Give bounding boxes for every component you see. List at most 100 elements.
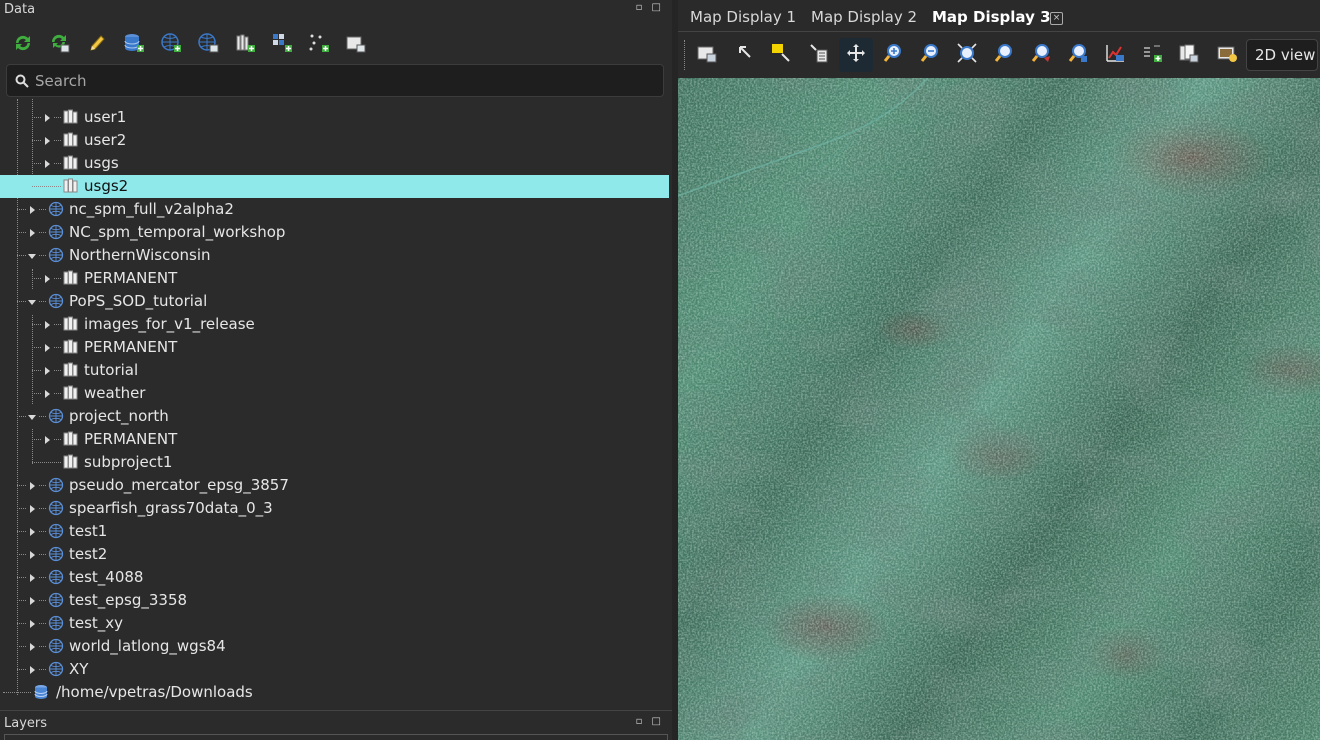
expand-arrow-icon[interactable] xyxy=(26,497,38,520)
expand-arrow-icon[interactable] xyxy=(41,359,53,382)
display-map-button[interactable] xyxy=(690,38,724,72)
save-image-button[interactable] xyxy=(1172,38,1206,72)
zoom-in-button[interactable] xyxy=(876,38,910,72)
tree-item-mapset[interactable]: tutorial xyxy=(0,359,669,382)
layers-panel-dock-buttons[interactable]: ▫ □ xyxy=(636,716,664,727)
search-box[interactable] xyxy=(6,64,664,97)
overlay-button[interactable] xyxy=(1135,38,1169,72)
print-button[interactable] xyxy=(1210,38,1244,72)
expand-arrow-icon[interactable] xyxy=(26,543,38,566)
tree-item-database[interactable]: /home/vpetras/Downloads xyxy=(0,681,669,704)
tab-map-display-1[interactable]: Map Display 1 xyxy=(690,2,796,32)
tree-item-location[interactable]: project_north xyxy=(0,405,669,428)
data-panel-dock-buttons[interactable]: ▫ □ xyxy=(636,2,664,13)
layers-tree xyxy=(4,734,668,740)
tree-item-location[interactable]: test_4088 xyxy=(0,566,669,589)
tree-item-mapset[interactable]: usgs2 xyxy=(0,175,669,198)
zoom-back-button[interactable] xyxy=(987,38,1021,72)
expand-arrow-icon[interactable] xyxy=(41,129,53,152)
collapse-arrow-icon[interactable] xyxy=(26,405,38,428)
zoom-region-button[interactable] xyxy=(1061,38,1095,72)
tree-item-mapset[interactable]: weather xyxy=(0,382,669,405)
tab-map-display-2[interactable]: Map Display 2 xyxy=(811,2,917,32)
zoom-out-button[interactable] xyxy=(913,38,947,72)
tree-item-location[interactable]: NC_spm_temporal_workshop xyxy=(0,221,669,244)
tree-item-mapset[interactable]: PERMANENT xyxy=(0,336,669,359)
search-input[interactable] xyxy=(35,71,635,90)
map-display-tabs: Map Display 1 Map Display 2 Map Display 3 × xyxy=(678,2,1320,32)
display-layer-button[interactable] xyxy=(337,27,374,63)
map-toolbar: 2D view xyxy=(678,36,1320,74)
rename-pencil-button[interactable] xyxy=(78,27,115,63)
reload-current-icon xyxy=(49,32,71,58)
pointer-button[interactable] xyxy=(728,38,762,72)
tree-item-label: XY xyxy=(69,660,89,678)
zoom-menu-icon xyxy=(1030,42,1052,68)
analyze-button[interactable] xyxy=(1098,38,1132,72)
tree-item-mapset[interactable]: usgs xyxy=(0,152,669,175)
reload-button[interactable] xyxy=(4,27,41,63)
tree-item-location[interactable]: NorthernWisconsin xyxy=(0,244,669,267)
tree-item-location[interactable]: pseudo_mercator_epsg_3857 xyxy=(0,474,669,497)
tree-item-location[interactable]: test_xy xyxy=(0,612,669,635)
zoom-menu-button[interactable] xyxy=(1024,38,1058,72)
expand-arrow-icon[interactable] xyxy=(26,658,38,681)
expand-arrow-icon[interactable] xyxy=(26,589,38,612)
map-area: Map Display 1 Map Display 2 Map Display 3 ×… xyxy=(678,0,1320,740)
tree-item-label: nc_spm_full_v2alpha2 xyxy=(69,200,234,218)
tree-item-location[interactable]: PoPS_SOD_tutorial xyxy=(0,290,669,313)
tree-item-mapset[interactable]: images_for_v1_release xyxy=(0,313,669,336)
expand-arrow-icon[interactable] xyxy=(41,313,53,336)
collapse-arrow-icon[interactable] xyxy=(26,244,38,267)
tree-item-mapset[interactable]: subproject1 xyxy=(0,451,669,474)
expand-arrow-icon[interactable] xyxy=(26,221,38,244)
add-location-button[interactable] xyxy=(152,27,189,63)
tree-row-clipped xyxy=(0,99,669,106)
tree-item-mapset[interactable]: user2 xyxy=(0,129,669,152)
tree-item-location[interactable]: XY xyxy=(0,658,669,681)
import-location-button[interactable] xyxy=(189,27,226,63)
query-button[interactable] xyxy=(802,38,836,72)
reload-current-button[interactable] xyxy=(41,27,78,63)
close-tab-icon[interactable]: × xyxy=(1050,12,1063,25)
tree-item-location[interactable]: test1 xyxy=(0,520,669,543)
pan-button[interactable] xyxy=(839,38,873,72)
expand-arrow-icon[interactable] xyxy=(41,267,53,290)
expand-arrow-icon[interactable] xyxy=(41,382,53,405)
expand-arrow-icon[interactable] xyxy=(41,428,53,451)
tree-item-mapset[interactable]: user1 xyxy=(0,106,669,129)
add-vector-button[interactable] xyxy=(300,27,337,63)
expand-arrow-icon[interactable] xyxy=(26,474,38,497)
toolbar-grip[interactable] xyxy=(684,40,685,70)
expand-arrow-icon[interactable] xyxy=(26,566,38,589)
tree-connector xyxy=(32,186,61,187)
expand-arrow-icon[interactable] xyxy=(26,635,38,658)
tree-item-label: PERMANENT xyxy=(84,269,178,287)
panel-divider xyxy=(0,710,672,711)
tree-item-mapset[interactable]: PERMANENT xyxy=(0,428,669,451)
add-grid-layer-button[interactable] xyxy=(263,27,300,63)
tree-item-location[interactable]: world_latlong_wgs84 xyxy=(0,635,669,658)
expand-arrow-icon[interactable] xyxy=(41,336,53,359)
add-database-button[interactable] xyxy=(115,27,152,63)
tab-map-display-3[interactable]: Map Display 3 xyxy=(932,2,1051,32)
tab-label: Map Display 1 xyxy=(690,8,797,26)
collapse-arrow-icon[interactable] xyxy=(26,290,38,313)
select-button[interactable] xyxy=(764,38,798,72)
view-mode-select[interactable]: 2D view xyxy=(1246,39,1318,71)
map-canvas[interactable] xyxy=(678,78,1320,740)
tree-item-location[interactable]: test2 xyxy=(0,543,669,566)
data-tree: user1 user2 usgs usgs2 nc_spm_full_v2alpha2 N… xyxy=(0,99,670,708)
expand-arrow-icon[interactable] xyxy=(26,198,38,221)
layers-panel-title: Layers xyxy=(4,716,48,731)
expand-arrow-icon[interactable] xyxy=(26,520,38,543)
expand-arrow-icon[interactable] xyxy=(26,612,38,635)
add-mapset-button[interactable] xyxy=(226,27,263,63)
tree-item-mapset[interactable]: PERMANENT xyxy=(0,267,669,290)
tree-item-location[interactable]: nc_spm_full_v2alpha2 xyxy=(0,198,669,221)
zoom-extent-button[interactable] xyxy=(950,38,984,72)
expand-arrow-icon[interactable] xyxy=(41,106,53,129)
tree-item-location[interactable]: spearfish_grass70data_0_3 xyxy=(0,497,669,520)
tree-item-location[interactable]: test_epsg_3358 xyxy=(0,589,669,612)
expand-arrow-icon[interactable] xyxy=(41,152,53,175)
